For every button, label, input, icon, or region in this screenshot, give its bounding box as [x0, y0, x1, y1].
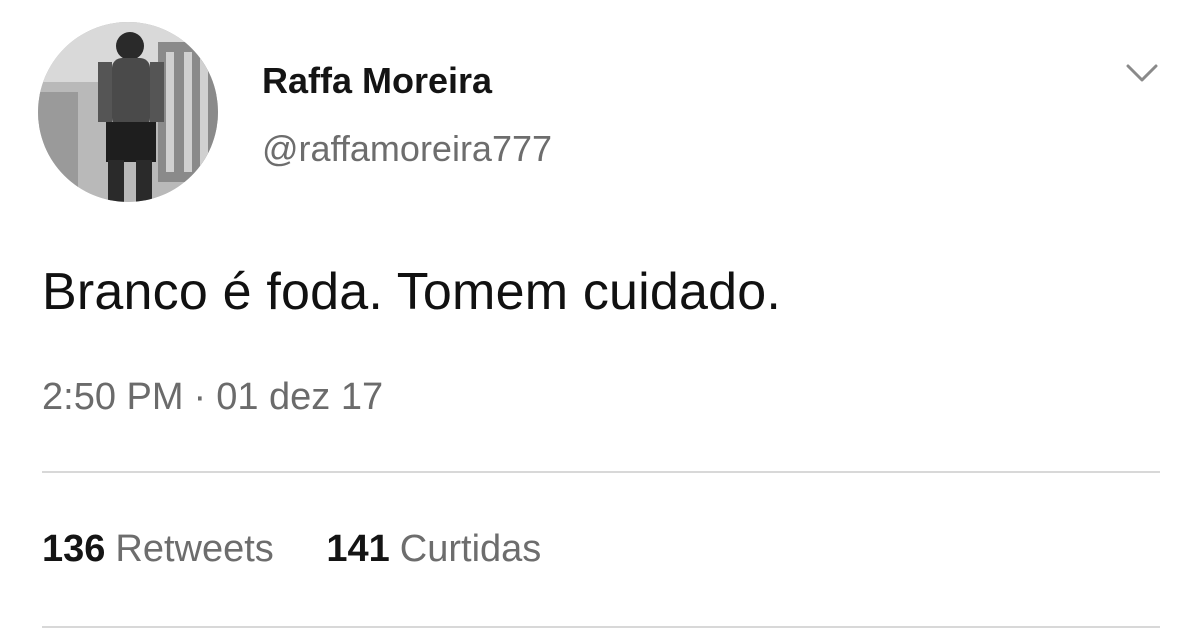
tweet-card: Raffa Moreira @raffamoreira777 Branco é … — [0, 0, 1200, 635]
likes-label: Curtidas — [399, 528, 542, 570]
divider — [42, 626, 1160, 628]
timestamp-separator: · — [193, 376, 207, 418]
chevron-down-icon[interactable] — [1124, 58, 1160, 86]
likes-stat[interactable]: 141 Curtidas — [326, 528, 541, 571]
divider — [42, 471, 1160, 473]
retweets-count: 136 — [42, 528, 106, 570]
tweet-stats: 136 Retweets 141 Curtidas — [42, 528, 583, 571]
likes-count: 141 — [326, 528, 390, 570]
retweets-stat[interactable]: 136 Retweets — [42, 528, 274, 571]
tweet-date: 01 dez 17 — [216, 376, 384, 418]
tweet-timestamp[interactable]: 2:50 PM · 01 dez 17 — [42, 376, 383, 419]
tweet-text: Branco é foda. Tomem cuidado. — [42, 263, 782, 321]
retweets-label: Retweets — [115, 528, 274, 570]
avatar[interactable] — [38, 22, 218, 202]
tweet-time: 2:50 PM — [42, 376, 184, 418]
avatar-photo — [38, 22, 218, 202]
display-name[interactable]: Raffa Moreira — [262, 60, 492, 102]
user-handle[interactable]: @raffamoreira777 — [262, 128, 552, 170]
